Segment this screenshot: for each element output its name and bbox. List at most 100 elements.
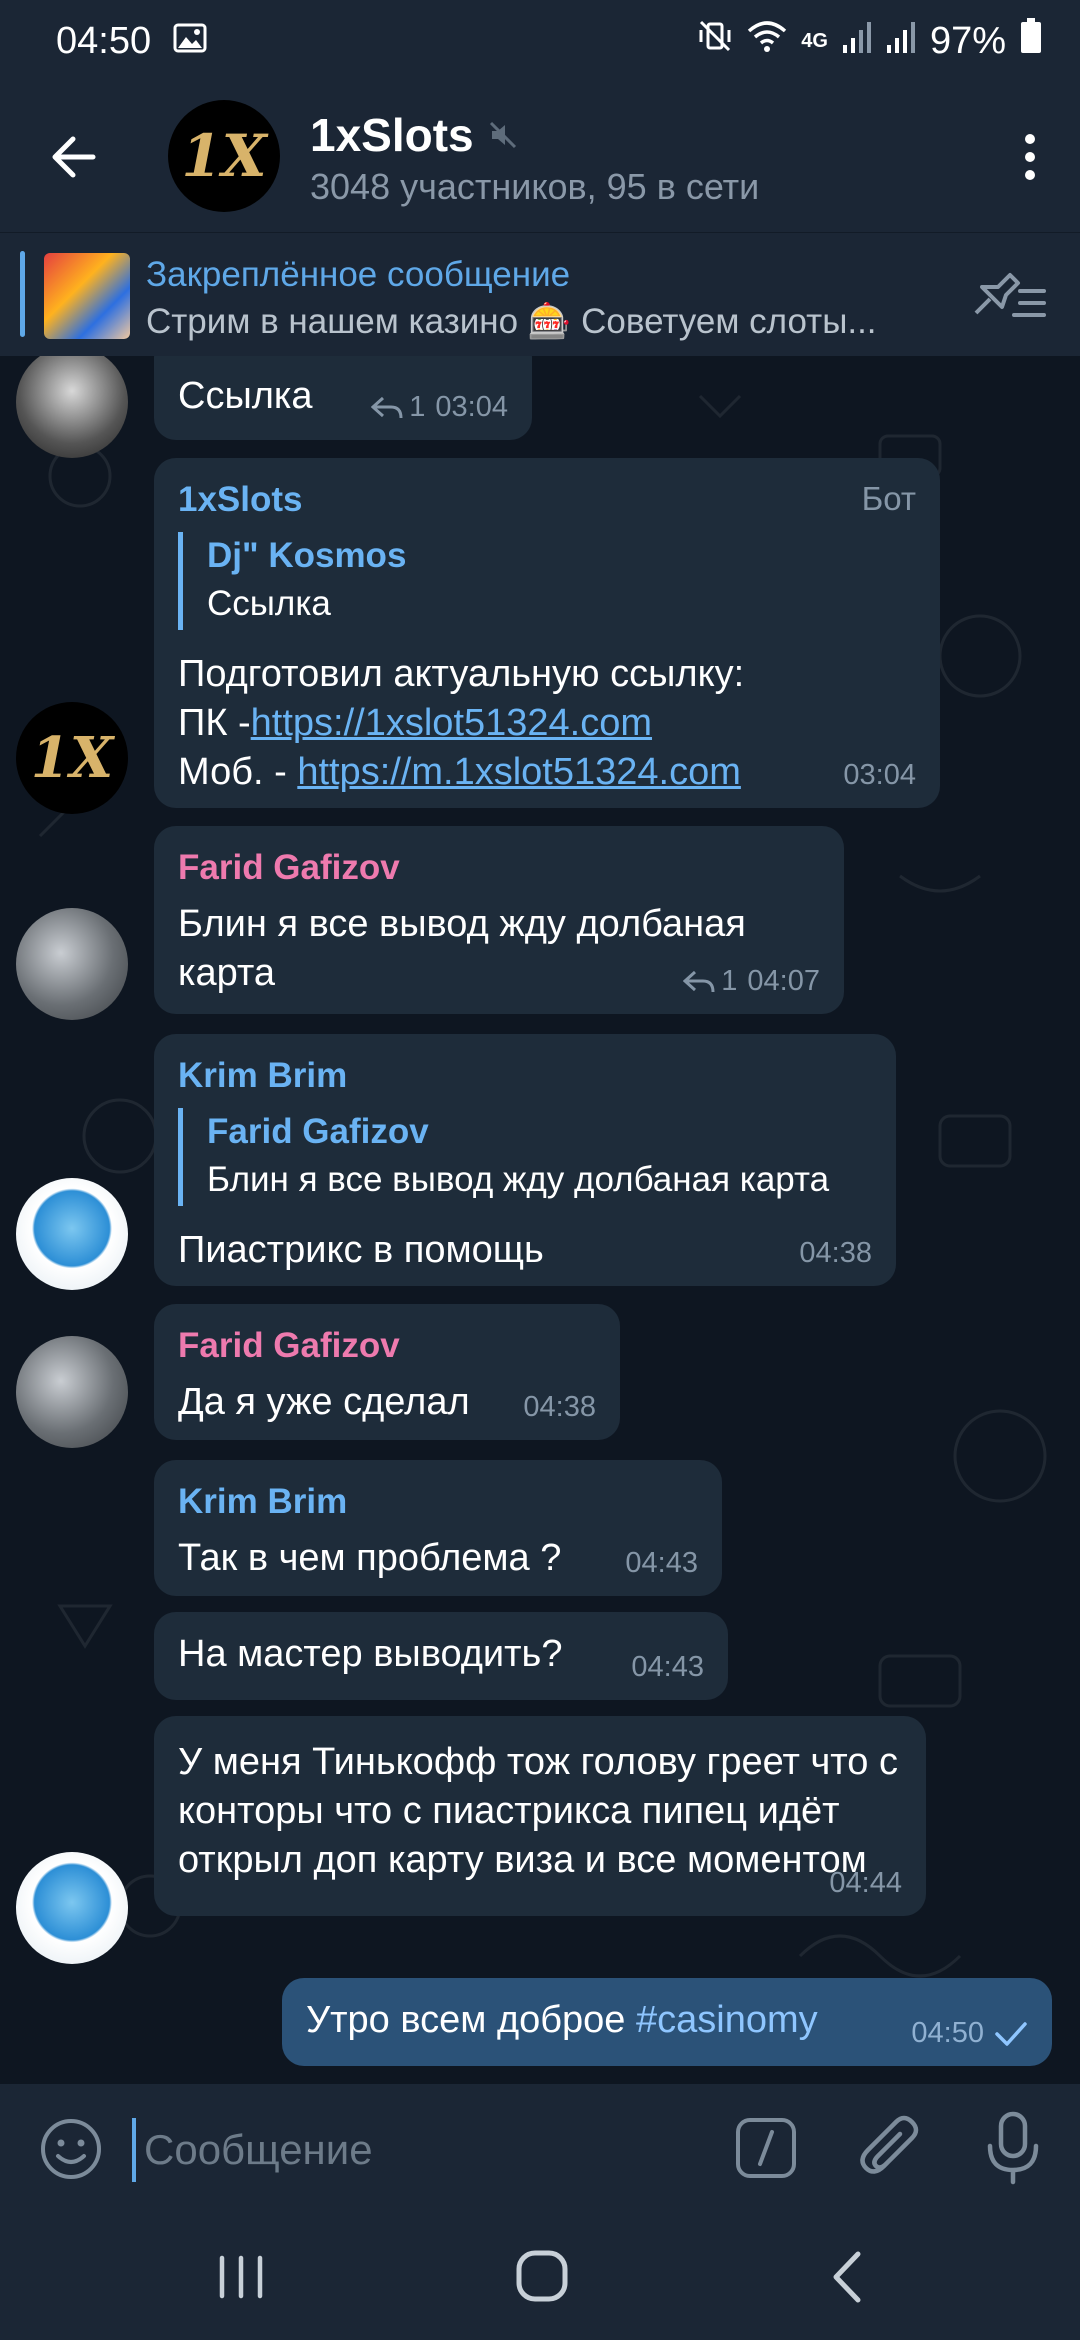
microphone-icon xyxy=(987,2111,1039,2185)
reply-icon xyxy=(683,970,715,992)
chat-avatar[interactable]: 1X xyxy=(168,100,280,212)
message-bubble[interactable]: Farid Gafizov Блин я все вывод жду долба… xyxy=(154,826,844,1014)
check-icon xyxy=(995,2021,1027,2046)
message-time: 04:38 xyxy=(523,1391,596,1423)
message-sender: Krim Brim xyxy=(178,1056,348,1095)
message-sender: 1xSlots xyxy=(178,480,303,519)
microphone-button[interactable] xyxy=(980,2110,1046,2186)
chat-area[interactable]: Ссылка 1 03:04 1X 1xSlots Бот Dj" Kosmos… xyxy=(0,356,1080,2084)
recent-apps-button[interactable] xyxy=(216,2254,266,2300)
attach-button[interactable] xyxy=(858,2112,924,2184)
quote-text: Блин я все вывод жду долбаная карта xyxy=(207,1160,830,1199)
pinned-thumbnail xyxy=(44,253,130,339)
message-text-part: Утро всем доброе xyxy=(306,1999,636,2041)
more-dot xyxy=(1025,170,1035,180)
network-type: 4G xyxy=(801,30,828,52)
avatar-logo: 1X xyxy=(30,725,114,791)
home-icon xyxy=(516,2250,568,2302)
message-bubble[interactable]: На мастер выводить? 04:43 xyxy=(154,1612,728,1700)
slash-command-icon xyxy=(736,2118,796,2178)
more-dot xyxy=(1025,134,1035,144)
quote-sender: Dj" Kosmos xyxy=(207,536,407,575)
link-label: ПК - xyxy=(178,702,251,744)
message-text: Пиастрикс в помощь xyxy=(178,1229,544,1271)
signal-icon-2 xyxy=(886,20,916,63)
message-meta: 04:43 xyxy=(631,1651,704,1684)
chat-subtitle: 3048 участников, 95 в сети xyxy=(310,166,760,207)
vibrate-mute-icon xyxy=(697,18,733,64)
message-line: Моб. - https://m.1xslot51324.com xyxy=(178,748,916,797)
more-menu-button[interactable] xyxy=(1000,122,1060,192)
chevron-left-icon xyxy=(833,2251,861,2303)
back-button[interactable] xyxy=(40,124,106,190)
message-text: У меня Тинькофф тож голову греет что с к… xyxy=(178,1741,898,1881)
bot-commands-button[interactable] xyxy=(734,2116,798,2180)
smile-icon xyxy=(41,2119,101,2179)
message-bubble[interactable]: 1xSlots Бот Dj" Kosmos Ссылка Подготовил… xyxy=(154,458,940,808)
hashtag[interactable]: #casinomy xyxy=(636,1999,818,2041)
pinned-list-button[interactable] xyxy=(968,265,1048,325)
system-navigation-bar xyxy=(0,2214,1080,2340)
battery-icon xyxy=(1020,18,1042,64)
emoji-button[interactable] xyxy=(38,2116,104,2182)
message-meta: 04:43 xyxy=(625,1547,698,1580)
bot-tag: Бот xyxy=(861,480,916,517)
more-dot xyxy=(1025,152,1035,162)
avatar[interactable]: 1X xyxy=(16,702,128,814)
message-meta: 04:50 xyxy=(911,2017,1028,2050)
message-meta: 1 04:07 xyxy=(683,965,820,998)
message-time: 04:50 xyxy=(911,2017,984,2049)
home-button[interactable] xyxy=(514,2248,570,2304)
message-time: 04:38 xyxy=(799,1237,872,1269)
link-pc[interactable]: https://1xslot51324.com xyxy=(251,702,652,744)
chat-avatar-logo: 1X xyxy=(181,122,267,190)
avatar[interactable] xyxy=(16,1178,128,1290)
message-bubble[interactable]: Farid Gafizov Да я уже сделал 04:38 xyxy=(154,1304,620,1440)
reply-icon xyxy=(371,396,403,418)
wifi-icon xyxy=(747,19,787,63)
message-sender: Krim Brim xyxy=(178,1482,348,1521)
pin-list-icon xyxy=(974,273,1046,317)
message-text: Так в чем проблема ? xyxy=(178,1537,562,1579)
message-text: На мастер выводить? xyxy=(178,1633,563,1675)
reply-quote[interactable]: Farid Gafizov Блин я все вывод жду долба… xyxy=(178,1108,872,1206)
message-time: 03:04 xyxy=(843,759,916,791)
quote-sender: Farid Gafizov xyxy=(207,1112,429,1151)
message-sender: Farid Gafizov xyxy=(178,1326,400,1365)
avatar[interactable] xyxy=(16,1336,128,1448)
status-bar: 04:50 4G 97% xyxy=(0,0,1080,82)
link-mobile[interactable]: https://m.1xslot51324.com xyxy=(297,751,741,793)
speaker-muted-icon xyxy=(489,121,516,149)
reply-count[interactable]: 1 xyxy=(371,391,425,424)
message-bubble[interactable]: У меня Тинькофф тож голову греет что с к… xyxy=(154,1716,926,1916)
message-bubble[interactable]: Krim Brim Так в чем проблема ? 04:43 xyxy=(154,1460,722,1596)
message-line: ПК -https://1xslot51324.com xyxy=(178,699,916,748)
outgoing-message-bubble[interactable]: Утро всем доброе #casinomy 04:50 xyxy=(282,1978,1052,2066)
battery-percent: 97% xyxy=(929,19,1006,62)
message-bubble[interactable]: Krim Brim Farid Gafizov Блин я все вывод… xyxy=(154,1034,896,1286)
pinned-title: Закреплённое сообщение xyxy=(146,255,571,294)
reply-count[interactable]: 1 xyxy=(683,965,737,998)
signal-icon xyxy=(842,20,872,63)
status-time: 04:50 xyxy=(56,19,152,62)
message-input[interactable] xyxy=(132,2118,692,2182)
avatar[interactable] xyxy=(16,1852,128,1964)
message-meta: 04:38 xyxy=(523,1391,596,1424)
message-meta: 03:04 xyxy=(843,759,916,792)
chat-title-row[interactable]: 1xSlots xyxy=(310,108,518,162)
message-input-bar xyxy=(0,2084,1080,2214)
message-line: Подготовил актуальную ссылку: xyxy=(178,653,745,695)
avatar[interactable] xyxy=(16,908,128,1020)
message-meta: 04:44 xyxy=(829,1867,902,1900)
paperclip-icon xyxy=(860,2115,919,2174)
system-back-button[interactable] xyxy=(826,2248,866,2306)
reply-count-value: 1 xyxy=(409,391,426,423)
message-text: Подготовил актуальную ссылку: ПК -https:… xyxy=(178,650,916,797)
pinned-message-bar[interactable]: Закреплённое сообщение Стрим в нашем каз… xyxy=(0,232,1080,356)
recent-apps-icon xyxy=(219,2255,263,2299)
message-sender: Farid Gafizov xyxy=(178,848,400,887)
reply-quote[interactable]: Dj" Kosmos Ссылка xyxy=(178,532,916,630)
arrow-left-icon xyxy=(52,136,96,178)
link-label: Моб. - xyxy=(178,751,298,793)
message-bubble[interactable]: Ссылка 1 03:04 xyxy=(154,356,532,440)
